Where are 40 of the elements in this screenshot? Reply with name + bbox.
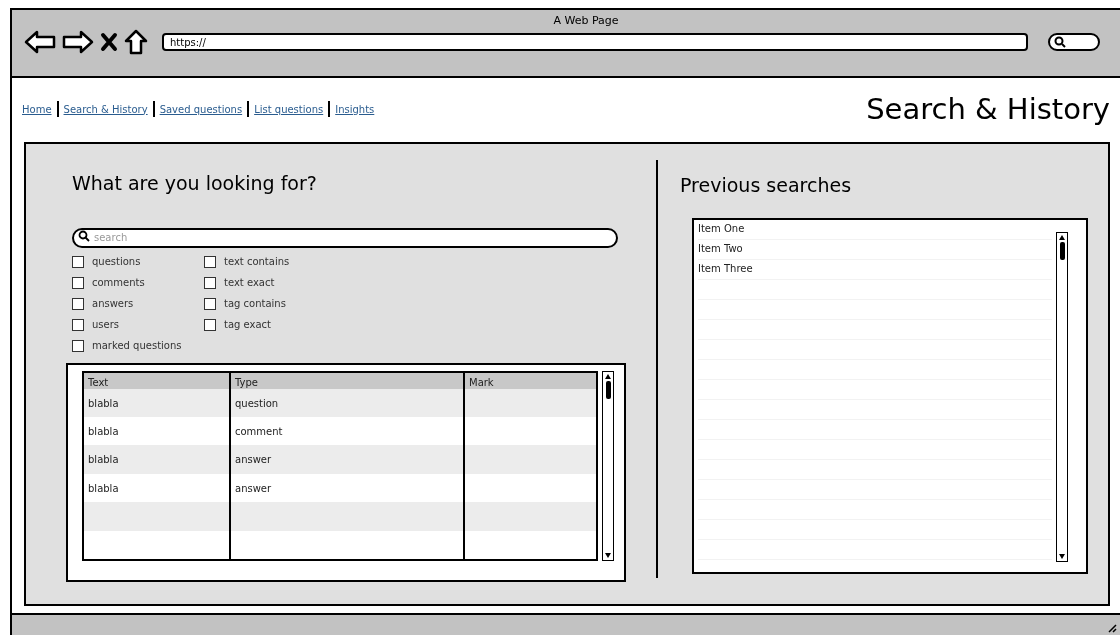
home-icon[interactable] xyxy=(124,29,148,55)
address-field[interactable]: https:// xyxy=(162,33,1028,51)
list-item[interactable]: Item Two xyxy=(698,240,1052,260)
nav-link[interactable]: Saved questions xyxy=(159,103,243,115)
table-cell: answer xyxy=(229,445,463,474)
search-icon xyxy=(1054,36,1066,48)
filter-checkbox[interactable]: users xyxy=(72,317,190,332)
search-field[interactable] xyxy=(1048,33,1100,51)
filter-checkbox[interactable]: tag exact xyxy=(204,317,322,332)
list-item[interactable]: Item Three xyxy=(698,260,1052,280)
section-heading: What are you looking for? xyxy=(72,172,318,194)
page-title: Search & History xyxy=(866,92,1110,126)
table-cell-text: blabla xyxy=(87,453,120,468)
table-cell-text: blabla xyxy=(87,425,120,440)
filter-checkbox[interactable]: questions xyxy=(72,254,190,269)
filter-checkbox[interactable]: text exact xyxy=(204,275,322,290)
column-header[interactable]: Text xyxy=(84,373,229,389)
search-icon xyxy=(78,230,90,242)
filter-checkbox[interactable]: text contains xyxy=(204,254,322,269)
section-heading: Previous searches xyxy=(680,174,853,196)
search-field[interactable]: search xyxy=(72,227,618,248)
back-icon[interactable] xyxy=(24,30,56,54)
scrollbar[interactable] xyxy=(1056,232,1068,562)
filter-checkbox[interactable]: comments xyxy=(72,275,190,290)
table-cell-text: blabla xyxy=(87,396,120,411)
nav-link[interactable]: Insights xyxy=(335,103,375,115)
filter-checkbox[interactable]: tag contains xyxy=(204,296,322,311)
nav-link[interactable]: Search & History xyxy=(63,103,148,115)
filter-checkbox[interactable]: answers xyxy=(72,296,190,311)
window-title: A Web Page xyxy=(553,14,619,27)
scrollbar[interactable] xyxy=(602,371,614,561)
table-cell: question xyxy=(229,388,463,418)
table-cell-text: blabla xyxy=(87,481,120,496)
filter-checkbox[interactable]: marked questions xyxy=(72,338,190,353)
list-item[interactable]: Item One xyxy=(698,220,1052,240)
nav-link[interactable]: List questions xyxy=(254,103,324,115)
resize-grip-icon[interactable] xyxy=(1107,623,1117,633)
forward-icon[interactable] xyxy=(62,30,94,54)
nav-link[interactable]: Home xyxy=(22,103,52,115)
close-icon[interactable] xyxy=(100,32,118,52)
